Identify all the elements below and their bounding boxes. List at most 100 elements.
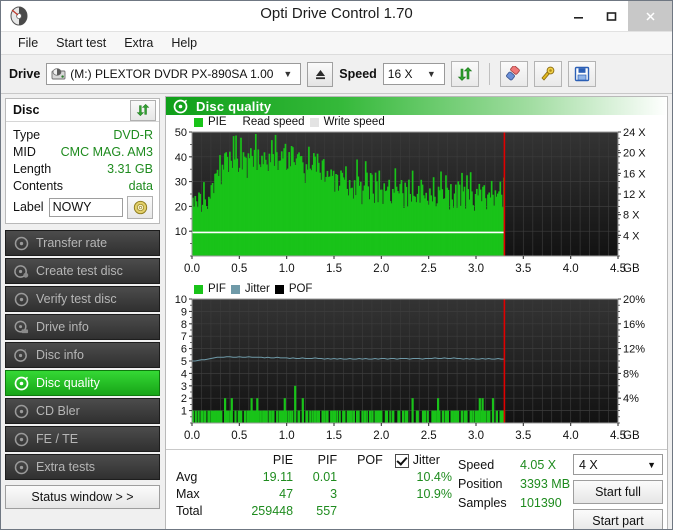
svg-text:0.0: 0.0 [184,430,200,442]
disc-type-value: DVD-R [113,127,153,142]
menu-item-file[interactable]: File [9,34,47,52]
minimize-button[interactable] [562,1,595,31]
stats-corner [174,453,234,469]
legend-label-pof: POF [288,283,313,295]
menu-item-help[interactable]: Help [162,34,206,52]
svg-text:3.0: 3.0 [468,263,484,275]
svg-text:1.0: 1.0 [279,263,295,275]
disc-row-contents: Contents data [13,177,153,194]
sidebar-item-drive-info[interactable]: Drive info [5,314,160,340]
save-button[interactable] [567,61,596,87]
column-header-pie: PIE [272,453,294,468]
svg-text:20: 20 [175,201,187,213]
sidebar-item-cd-bler[interactable]: CD Bler [5,398,160,424]
pie-chart-legend: PIE Read speed Write speed [166,115,667,128]
cell-total-pie: 259448 [251,504,294,519]
svg-text:16 X: 16 X [623,168,646,180]
cell-max-pif: 3 [330,487,338,502]
disc-contents-value: data [128,178,153,193]
panel-header: Disc quality [166,97,667,115]
sidebar-item-extra-tests[interactable]: Extra tests [5,454,160,480]
svg-text:6: 6 [181,344,187,356]
refresh-button[interactable] [450,61,479,87]
tools-button[interactable] [533,61,562,87]
svg-text:7: 7 [181,331,187,343]
row-label-total: Total [176,504,203,519]
sidebar: Disc Type DVD-R MID CMC MAG. AM3 Length … [1,94,164,529]
refresh-icon [136,103,150,117]
info-row-samples: Samples 101390 [458,493,573,512]
jitter-checkbox[interactable] [394,453,409,468]
disc-quality-icon [14,376,29,391]
svg-text:GB: GB [623,430,640,442]
svg-text:0.0: 0.0 [184,263,200,275]
disc-refresh-button[interactable] [130,99,156,121]
start-part-button[interactable]: Start part [573,509,663,529]
table-row: Max 47 3 10.9% [174,486,458,503]
title-bar: Opti Drive Control 1.70 [1,1,672,32]
table-row: Total 259448 557 [174,503,458,520]
svg-text:10: 10 [175,226,187,238]
svg-text:5: 5 [181,356,187,368]
eject-button[interactable] [307,61,334,87]
cell-max-jitter: 10.9% [416,487,452,502]
svg-text:3.5: 3.5 [515,430,531,442]
sidebar-item-label: Disc quality [36,376,100,390]
sidebar-item-create-test-disc[interactable]: Create test disc [5,258,160,284]
row-label-avg: Avg [176,470,198,485]
svg-text:12%: 12% [623,344,645,356]
sidebar-nav: Transfer rate Create test disc Verify te… [5,230,160,480]
legend-swatch-pif [194,284,203,294]
test-speed-value: 4 X [579,457,598,472]
menu-bar: File Start test Extra Help [1,32,672,55]
legend-swatch-write-speed [309,117,319,127]
sidebar-item-transfer-rate[interactable]: Transfer rate [5,230,160,256]
cell-max-pof [343,486,389,503]
status-window-button[interactable]: Status window > > [5,485,160,509]
svg-text:8%: 8% [623,368,639,380]
error-stats-table-wrap: PIE PIF POF Jitter Avg 19.11 0.01 10.4% … [166,453,458,529]
position-value: 3393 MB [520,476,571,491]
disc-panel-title: Disc [13,103,40,117]
svg-text:4: 4 [181,368,187,380]
svg-text:4.0: 4.0 [563,263,579,275]
chevron-down-icon: ▼ [647,459,656,470]
legend-label-read-speed: Read speed [242,116,305,128]
svg-text:GB: GB [623,263,640,275]
info-row-position: Position 3393 MB [458,474,573,493]
sidebar-item-label: CD Bler [36,404,80,418]
gold-tools-icon [541,66,555,81]
disc-row-length: Length 3.31 GB [13,160,153,177]
legend-label-pif: PIF [208,283,226,295]
disc-label-input[interactable]: NOWY [48,197,123,217]
disc-icon [14,432,29,447]
disc-icon [14,292,29,307]
disc-label-key: Label [13,200,44,214]
menu-item-start-test[interactable]: Start test [47,34,115,52]
speed-key: Speed [458,457,495,472]
maximize-button[interactable] [595,1,628,31]
svg-text:0.5: 0.5 [231,430,247,442]
disc-mid-value: CMC MAG. AM3 [60,144,153,159]
speed-select[interactable]: 16 X ▼ [382,63,445,85]
svg-text:10: 10 [175,295,187,306]
close-button[interactable] [628,1,672,31]
svg-text:2.0: 2.0 [373,430,389,442]
sidebar-item-disc-info[interactable]: i Disc info [5,342,160,368]
test-speed-select[interactable]: 4 X ▼ [573,454,663,475]
disc-label-button[interactable] [127,195,153,219]
pif-chart: 1 2 3 4 5 6 7 8 9 10 4% 8% 12% 16% 20% 0.0 0.5 1.0 1.5 2.0 2… [166,295,667,447]
svg-text:3: 3 [181,381,187,393]
column-header-pof: POF [357,453,383,468]
pie-chart: 10 20 30 40 50 4 X 8 X 12 X 16 X 20 X 24 X 0.0 0.5 1.… [166,128,667,280]
column-header-jitter-label: Jitter [412,453,440,467]
sidebar-item-disc-quality[interactable]: Disc quality [5,370,160,396]
sidebar-item-fe-te[interactable]: FE / TE [5,426,160,452]
drive-select[interactable]: (M:) PLEXTOR DVDR PX-890SA 1.00 ▼ [46,63,302,85]
sidebar-item-verify-test-disc[interactable]: Verify test disc [5,286,160,312]
svg-text:1.5: 1.5 [326,430,342,442]
menu-item-extra[interactable]: Extra [115,34,162,52]
erase-button[interactable] [499,61,528,87]
legend-label-write-speed: Write speed [323,116,385,128]
start-full-button[interactable]: Start full [573,480,663,504]
